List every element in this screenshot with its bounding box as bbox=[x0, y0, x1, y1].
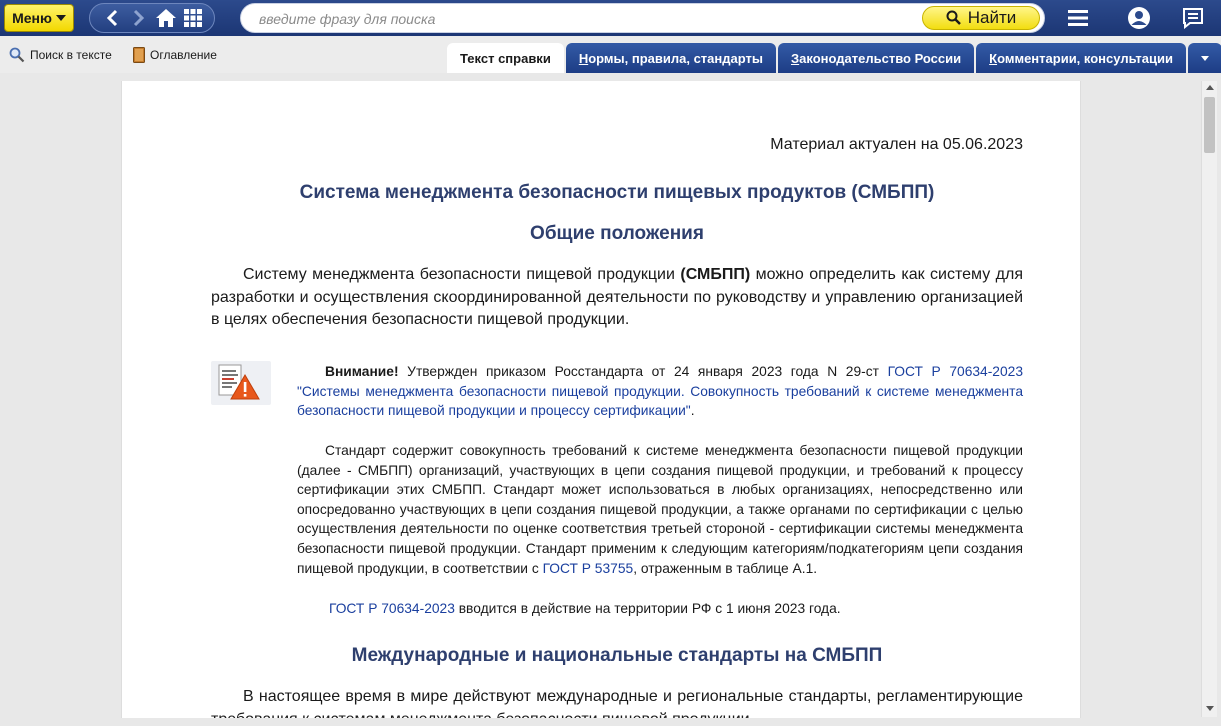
scroll-down-icon[interactable] bbox=[1206, 706, 1214, 711]
scrollbar-thumb[interactable] bbox=[1204, 97, 1215, 153]
paragraph-standards: В настоящее время в мире действуют между… bbox=[211, 688, 1023, 721]
bottom-edge bbox=[0, 718, 1221, 726]
tab-label: Текст справки bbox=[460, 50, 551, 66]
navigation-group bbox=[89, 3, 215, 33]
section-heading-standards: Международные и национальные стандарты н… bbox=[351, 645, 883, 666]
hamburger-menu-icon[interactable] bbox=[1063, 3, 1093, 33]
gost-53755-link[interactable]: ГОСТ Р 53755 bbox=[543, 561, 634, 576]
vertical-scrollbar[interactable] bbox=[1201, 81, 1217, 717]
search-box: Найти bbox=[240, 3, 1045, 33]
search-in-text-label: Поиск в тексте bbox=[30, 48, 112, 62]
search-input[interactable] bbox=[259, 8, 899, 30]
tab-label: Нормы, правила, стандарты bbox=[578, 50, 763, 66]
scroll-up-icon[interactable] bbox=[1206, 85, 1214, 90]
tab-label: Комментарии, консультации bbox=[989, 50, 1174, 66]
actuality-date: Материал актуален на 05.06.2023 bbox=[770, 136, 1023, 153]
user-profile-icon[interactable] bbox=[1124, 3, 1154, 33]
magnifier-icon bbox=[946, 10, 961, 25]
tab-norms-standards[interactable]: Нормы, правила, стандарты bbox=[565, 43, 776, 73]
forward-arrow-icon[interactable] bbox=[127, 6, 151, 30]
search-icon bbox=[9, 47, 25, 63]
standard-description-note: Стандарт содержит совокупность требовани… bbox=[297, 443, 1023, 576]
document-tabs: Текст справки Нормы, правила, стандарты … bbox=[447, 43, 1221, 73]
contents-button[interactable]: Оглавление bbox=[133, 47, 217, 63]
grid-apps-icon[interactable] bbox=[181, 6, 205, 30]
feedback-message-icon[interactable] bbox=[1178, 3, 1208, 33]
attention-note: Внимание! Утвержден приказом Росстандарт… bbox=[297, 364, 1024, 419]
chevron-down-icon bbox=[55, 15, 66, 21]
find-button[interactable]: Найти bbox=[922, 6, 1040, 30]
document-page: Материал актуален на 05.06.2023 Система … bbox=[121, 81, 1081, 721]
find-label: Найти bbox=[967, 8, 1017, 27]
home-icon[interactable] bbox=[154, 6, 178, 30]
tab-comments-consultations[interactable]: Комментарии, консультации bbox=[976, 43, 1187, 73]
effective-date-note: ГОСТ Р 70634-2023 вводится в действие на… bbox=[329, 601, 841, 616]
tab-label: Законодательство России bbox=[790, 50, 962, 66]
gost-70634-short-link[interactable]: ГОСТ Р 70634-2023 bbox=[329, 601, 455, 616]
top-toolbar: Меню Найти bbox=[0, 0, 1221, 36]
contents-label: Оглавление bbox=[150, 48, 217, 62]
tab-russian-legislation[interactable]: Законодательство России bbox=[777, 43, 975, 73]
search-in-text-button[interactable]: Поиск в тексте bbox=[9, 47, 112, 63]
tab-help-text[interactable]: Текст справки bbox=[447, 43, 564, 73]
warning-document-icon bbox=[211, 361, 271, 405]
menu-label: Меню bbox=[12, 10, 52, 26]
menu-button[interactable]: Меню bbox=[4, 4, 74, 32]
book-icon bbox=[133, 47, 145, 63]
tabs-more-button[interactable] bbox=[1188, 43, 1221, 73]
chevron-down-icon bbox=[1201, 55, 1210, 61]
paragraph-intro: Систему менеджмента безопасности пищевой… bbox=[211, 266, 1024, 328]
document-title: Система менеджмента безопасности пищевых… bbox=[299, 182, 935, 203]
section-heading-general: Общие положения bbox=[530, 223, 704, 244]
back-arrow-icon[interactable] bbox=[100, 6, 124, 30]
